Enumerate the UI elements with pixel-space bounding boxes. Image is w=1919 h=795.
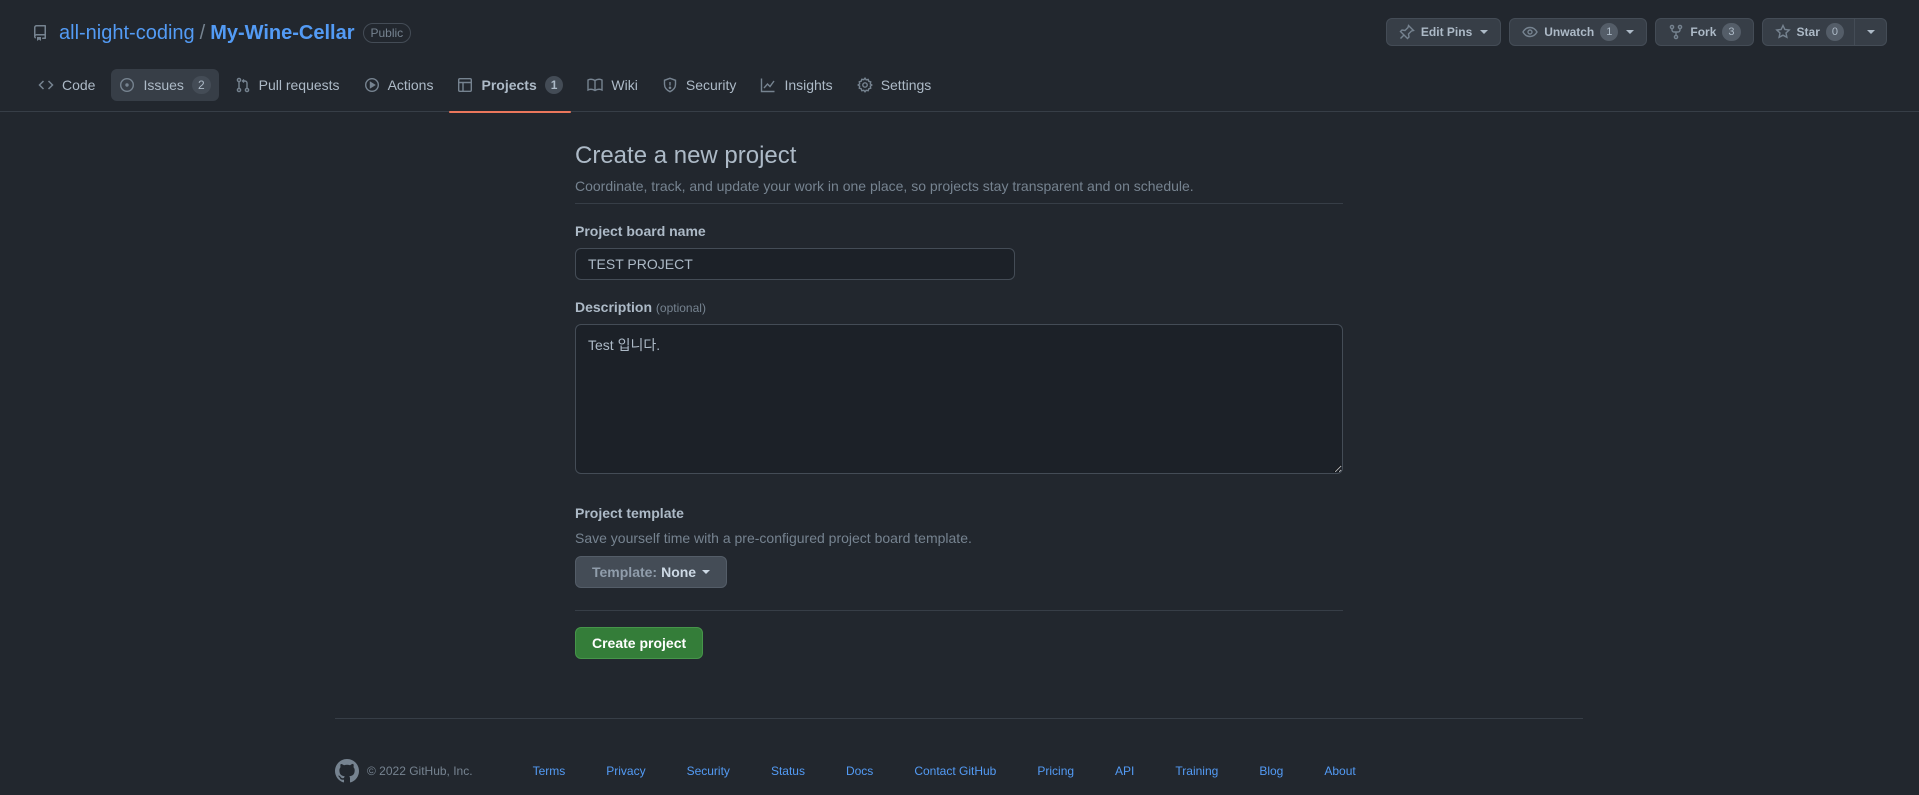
divider — [575, 203, 1343, 204]
fork-icon — [1668, 24, 1684, 40]
footer-link-training[interactable]: Training — [1175, 764, 1218, 778]
chevron-down-icon — [1626, 30, 1635, 34]
tab-pull-requests[interactable]: Pull requests — [227, 73, 348, 112]
edit-pins-button[interactable]: Edit Pins — [1385, 18, 1502, 46]
tab-label: Insights — [784, 77, 833, 93]
shield-icon — [662, 77, 678, 93]
issue-opened-icon — [119, 77, 135, 93]
edit-pins-label: Edit Pins — [1420, 25, 1473, 39]
tab-label: Issues — [143, 77, 184, 93]
footer-link-docs[interactable]: Docs — [846, 764, 873, 778]
footer-link-privacy[interactable]: Privacy — [606, 764, 645, 778]
footer-link-terms[interactable]: Terms — [533, 764, 566, 778]
project-name-label: Project board name — [575, 223, 706, 239]
project-table-icon — [457, 77, 473, 93]
fork-count: 3 — [1722, 23, 1741, 41]
tab-label: Projects — [481, 77, 537, 93]
template-select-button[interactable]: Template: None — [575, 556, 728, 588]
tab-wiki[interactable]: Wiki — [579, 73, 645, 112]
visibility-badge: Public — [362, 23, 412, 43]
eye-icon — [1522, 24, 1539, 40]
star-icon — [1774, 24, 1791, 40]
tab-insights[interactable]: Insights — [752, 73, 840, 112]
path-separator: / — [199, 21, 206, 44]
tab-security[interactable]: Security — [654, 73, 745, 112]
footer-link-contact[interactable]: Contact GitHub — [914, 764, 996, 778]
tab-label: Pull requests — [258, 77, 340, 93]
template-note: Save yourself time with a pre-configured… — [575, 530, 972, 546]
optional-hint: (optional) — [655, 301, 706, 315]
pull-request-icon — [235, 77, 251, 93]
tab-settings[interactable]: Settings — [849, 73, 940, 112]
tab-actions[interactable]: Actions — [356, 73, 442, 112]
chevron-down-icon — [702, 570, 711, 574]
tab-code[interactable]: Code — [30, 73, 103, 112]
repo-nav: Code Issues 2 Pull requests Actions Proj… — [30, 69, 947, 113]
play-icon — [364, 77, 380, 93]
new-project-form: Create a new project Coordinate, track, … — [575, 138, 1343, 659]
tab-label: Actions — [387, 77, 434, 93]
tab-issues[interactable]: Issues 2 — [111, 69, 219, 112]
chevron-down-icon — [1480, 30, 1489, 34]
star-button[interactable]: Star 0 — [1761, 18, 1855, 46]
repo-name-link[interactable]: My-Wine-Cellar — [210, 22, 354, 45]
page-title: Create a new project — [575, 142, 797, 169]
tab-projects[interactable]: Projects 1 — [449, 73, 572, 113]
repo-title: all-night-coding / My-Wine-Cellar Public — [32, 20, 412, 46]
watch-count: 1 — [1600, 23, 1619, 41]
tab-label: Settings — [880, 77, 932, 93]
github-logo-icon[interactable] — [335, 759, 359, 783]
star-count: 0 — [1825, 23, 1844, 41]
copyright: © 2022 GitHub, Inc. — [367, 764, 473, 778]
footer-link-api[interactable]: API — [1115, 764, 1134, 778]
graph-icon — [760, 77, 776, 93]
fork-label: Fork — [1690, 25, 1717, 39]
description-label: Description (optional) — [575, 299, 1343, 315]
repo-owner-link[interactable]: all-night-coding — [59, 22, 195, 45]
unwatch-button[interactable]: Unwatch 1 — [1509, 18, 1648, 46]
footer-links: Terms Privacy Security Status Docs Conta… — [533, 764, 1397, 778]
footer-link-pricing[interactable]: Pricing — [1037, 764, 1074, 778]
page-subtitle: Coordinate, track, and update your work … — [575, 178, 1194, 194]
book-icon — [587, 77, 604, 93]
site-footer: © 2022 GitHub, Inc. Terms Privacy Securi… — [335, 718, 1583, 783]
footer-link-status[interactable]: Status — [771, 764, 805, 778]
chevron-down-icon — [1866, 30, 1875, 34]
template-prefix: Template: — [592, 564, 658, 580]
template-value: None — [661, 564, 697, 580]
tab-label: Wiki — [611, 77, 638, 93]
footer-link-about[interactable]: About — [1324, 764, 1355, 778]
star-group: Star 0 — [1761, 18, 1887, 46]
footer-link-blog[interactable]: Blog — [1259, 764, 1283, 778]
gear-icon — [856, 77, 873, 93]
projects-count: 1 — [544, 76, 564, 94]
star-list-dropdown[interactable] — [1855, 18, 1887, 46]
tab-label: Code — [62, 77, 96, 93]
description-textarea[interactable]: Test 입니다. — [575, 324, 1343, 474]
unwatch-label: Unwatch — [1544, 25, 1595, 39]
repo-icon — [32, 25, 48, 41]
create-project-button[interactable]: Create project — [575, 627, 704, 659]
code-icon — [38, 77, 54, 93]
template-section-title: Project template — [575, 505, 684, 521]
star-label: Star — [1796, 25, 1820, 39]
issues-count: 2 — [191, 76, 211, 94]
divider — [575, 610, 1343, 611]
repo-actions: Edit Pins Unwatch 1 Fork 3 Star 0 — [1385, 18, 1887, 46]
fork-button[interactable]: Fork 3 — [1655, 18, 1754, 46]
pin-icon — [1399, 24, 1415, 40]
project-name-input[interactable] — [575, 248, 1015, 280]
tab-label: Security — [685, 77, 737, 93]
repo-header: all-night-coding / My-Wine-Cellar Public… — [0, 0, 1919, 113]
footer-link-security[interactable]: Security — [687, 764, 730, 778]
description-label-text: Description — [575, 299, 653, 315]
